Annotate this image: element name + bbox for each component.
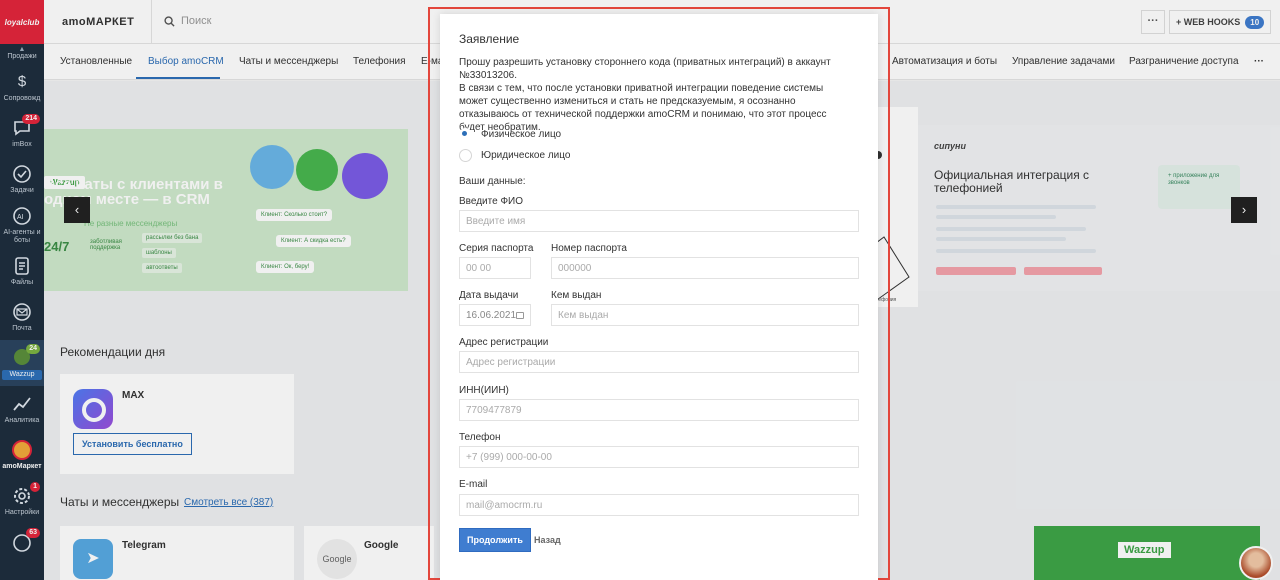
issue-date-label: Дата выдачи bbox=[459, 290, 519, 301]
radio-individual[interactable]: Физическое лицо bbox=[459, 128, 561, 141]
email-label: E-mail bbox=[459, 479, 488, 490]
radio-label: Юридическое лицо bbox=[481, 150, 571, 161]
continue-button[interactable]: Продолжить bbox=[459, 528, 531, 552]
radio-legal[interactable]: Юридическое лицо bbox=[459, 149, 570, 162]
address-input[interactable]: Адрес регистрации bbox=[459, 351, 859, 373]
back-button[interactable]: Назад bbox=[534, 535, 561, 545]
email-input[interactable]: mail@amocrm.ru bbox=[459, 494, 859, 516]
radio-label: Физическое лицо bbox=[481, 129, 562, 140]
phone-input[interactable]: +7 (999) 000-00-00 bbox=[459, 446, 859, 468]
issue-date-input[interactable]: 16.06.2021 bbox=[459, 304, 531, 326]
issued-by-input[interactable]: Кем выдан bbox=[551, 304, 859, 326]
address-label: Адрес регистрации bbox=[459, 337, 549, 348]
modal-title: Заявление bbox=[459, 32, 520, 46]
radio-button-checked[interactable] bbox=[459, 128, 472, 141]
issued-by-label: Кем выдан bbox=[551, 290, 602, 301]
passport-series-label: Серия паспорта bbox=[459, 243, 534, 254]
issue-date-value: 16.06.2021 bbox=[466, 309, 517, 321]
fio-input[interactable]: Введите имя bbox=[459, 210, 859, 232]
radio-button[interactable] bbox=[459, 149, 472, 162]
passport-number-label: Номер паспорта bbox=[551, 243, 627, 254]
passport-number-input[interactable]: 000000 bbox=[551, 257, 859, 279]
modal-statement-text: Прошу разрешить установку стороннего код… bbox=[459, 57, 831, 133]
application-modal: Заявление Прошу разрешить установку стор… bbox=[440, 14, 878, 580]
passport-series-input[interactable]: 00 00 bbox=[459, 257, 531, 279]
calendar-icon[interactable] bbox=[516, 311, 524, 319]
fio-label: Введите ФИО bbox=[459, 196, 524, 207]
inn-input[interactable]: 7709477879 bbox=[459, 399, 859, 421]
your-data-heading: Ваши данные: bbox=[459, 176, 526, 187]
phone-label: Телефон bbox=[459, 432, 501, 443]
inn-label: ИНН(ИИН) bbox=[459, 385, 509, 396]
